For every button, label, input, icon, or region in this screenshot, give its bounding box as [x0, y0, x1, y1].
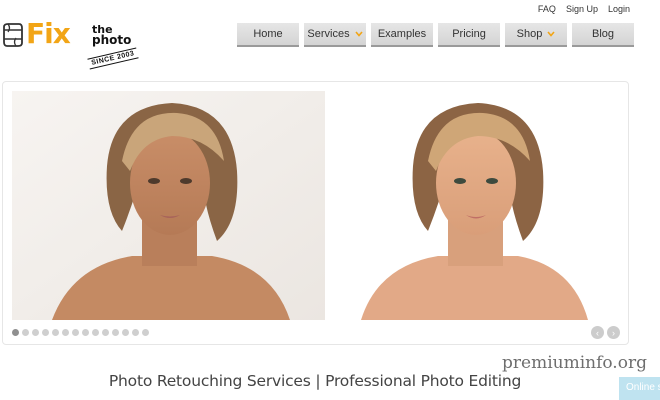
nav-pricing-label: Pricing [452, 28, 486, 40]
slider-dot[interactable] [112, 329, 119, 336]
top-links: FAQ Sign Up Login [538, 4, 630, 14]
slider-dot[interactable] [72, 329, 79, 336]
film-roll-logo-icon [3, 23, 23, 47]
chevron-right-icon[interactable]: › [607, 326, 620, 339]
slider-dot[interactable] [102, 329, 109, 336]
site-logo[interactable]: Fix the photo SINCE 2003 [2, 17, 142, 72]
nav-examples-label: Examples [377, 28, 427, 40]
after-photo [333, 91, 621, 320]
online-chat-button[interactable]: Online s [619, 377, 660, 400]
nav-blog-label: Blog [591, 28, 615, 40]
slider-dot[interactable] [82, 329, 89, 336]
slider-dot[interactable] [32, 329, 39, 336]
nav-services-label: Services [307, 28, 350, 40]
nav-shop-label: Shop [516, 28, 543, 40]
watermark: premiuminfo.org [502, 353, 647, 373]
signup-link[interactable]: Sign Up [566, 4, 598, 14]
nav-home-label: Home [253, 28, 283, 40]
slider-pagination [12, 329, 149, 336]
slider-dot[interactable] [122, 329, 129, 336]
login-link[interactable]: Login [608, 4, 630, 14]
faq-link[interactable]: FAQ [538, 4, 556, 14]
logo-since-badge: SINCE 2003 [87, 47, 139, 70]
logo-photo-text: photo [92, 33, 132, 47]
nav-pricing[interactable]: Pricing [438, 23, 500, 47]
nav-blog[interactable]: Blog [572, 23, 634, 47]
chevron-left-icon[interactable]: ‹ [591, 326, 604, 339]
before-photo [12, 91, 325, 320]
nav-home[interactable]: Home [237, 23, 299, 47]
slider-dot[interactable] [52, 329, 59, 336]
woman-portrait-after-image [333, 91, 621, 320]
logo-fix-text: Fix [26, 17, 71, 50]
page-headline: Photo Retouching Services | Professional… [108, 372, 522, 390]
nav-examples[interactable]: Examples [371, 23, 433, 47]
slider-dot[interactable] [12, 329, 19, 336]
nav-shop[interactable]: Shop [505, 23, 567, 47]
slider-dot[interactable] [42, 329, 49, 336]
slider-dot[interactable] [142, 329, 149, 336]
slider-dot[interactable] [92, 329, 99, 336]
main-nav: Home Services Examples Pricing Shop Blog [237, 23, 634, 47]
slider-dot[interactable] [132, 329, 139, 336]
chevron-down-icon [547, 31, 555, 37]
woman-portrait-before-image [12, 91, 325, 320]
slider-arrows: ‹ › [591, 326, 620, 339]
nav-services[interactable]: Services [304, 23, 366, 47]
slider-dot[interactable] [22, 329, 29, 336]
before-after-slider: ‹ › [2, 81, 629, 345]
slider-dot[interactable] [62, 329, 69, 336]
chevron-down-icon [354, 31, 363, 37]
